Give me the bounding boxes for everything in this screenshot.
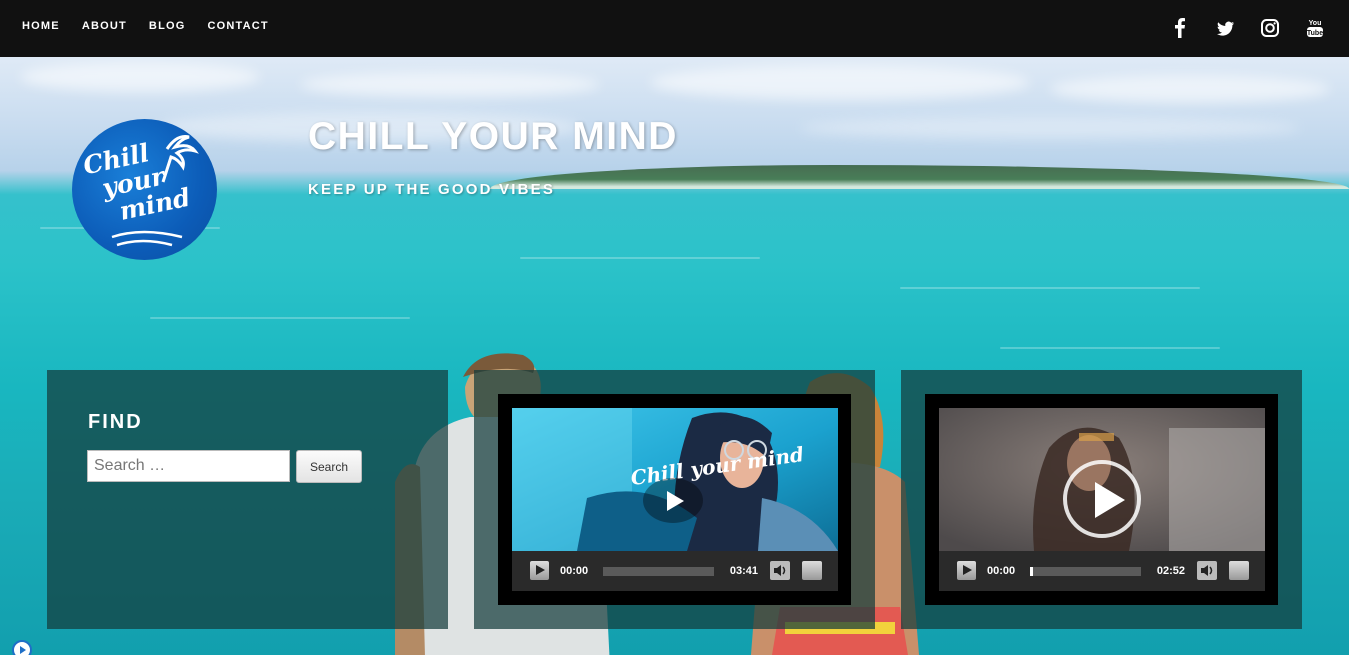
seek-progress	[1030, 567, 1033, 576]
video-player: Chill your mind 00:00 03:41	[498, 394, 851, 605]
water-wave	[900, 287, 1200, 289]
instagram-icon[interactable]	[1260, 17, 1280, 39]
site-title[interactable]: CHILL YOUR MIND	[308, 115, 678, 159]
video-poster[interactable]	[939, 408, 1265, 551]
sky-cloud	[300, 72, 600, 97]
svg-text:Tube: Tube	[1307, 30, 1323, 37]
play-icon[interactable]	[957, 561, 976, 580]
site-logo[interactable]: Chill your mind	[72, 119, 217, 260]
sky-cloud	[1050, 75, 1330, 103]
video-controls: 00:00 02:52	[939, 551, 1265, 591]
volume-icon[interactable]	[1197, 561, 1217, 580]
volume-icon[interactable]	[770, 561, 790, 580]
video-player: 00:00 02:52	[925, 394, 1278, 605]
widget-title: FIND	[88, 411, 143, 433]
video-widget: Chill your mind 00:00 03:41	[474, 370, 875, 629]
seek-bar[interactable]	[1030, 567, 1141, 576]
water-wave	[1000, 347, 1220, 349]
water-wave	[150, 317, 410, 319]
nav-home-link[interactable]: HOME	[22, 20, 60, 32]
search-button[interactable]: Search	[296, 450, 362, 483]
play-overlay-button[interactable]	[1063, 460, 1141, 538]
play-icon[interactable]	[530, 561, 549, 580]
top-navbar: HOME ABOUT BLOG CONTACT You Tube	[0, 0, 1349, 57]
total-time: 02:52	[1156, 565, 1185, 577]
site-tagline: KEEP UP THE GOOD VIBES	[308, 181, 556, 198]
sky-cloud	[20, 62, 260, 92]
play-overlay-button[interactable]	[643, 478, 703, 523]
fullscreen-icon[interactable]	[1229, 561, 1249, 580]
nav-about-link[interactable]: ABOUT	[82, 20, 127, 32]
social-links: You Tube	[1170, 17, 1325, 39]
nav-blog-link[interactable]: BLOG	[149, 20, 186, 32]
video-poster[interactable]: Chill your mind	[512, 408, 838, 551]
video-controls: 00:00 03:41	[512, 551, 838, 591]
facebook-icon[interactable]	[1170, 17, 1190, 39]
search-input[interactable]	[87, 450, 290, 482]
sky-cloud	[800, 117, 1300, 139]
youtube-icon[interactable]: You Tube	[1305, 17, 1325, 39]
total-time: 03:41	[729, 565, 758, 577]
main-nav: HOME ABOUT BLOG CONTACT	[22, 20, 269, 32]
nav-contact-link[interactable]: CONTACT	[208, 20, 269, 32]
current-time: 00:00	[560, 565, 589, 577]
find-widget: FIND Search	[47, 370, 448, 629]
video-widget: 00:00 02:52	[901, 370, 1302, 629]
water-wave	[520, 257, 760, 259]
sky-cloud	[650, 65, 1030, 100]
svg-text:You: You	[1309, 20, 1322, 27]
island-horizon	[490, 165, 1349, 189]
play-circle-icon[interactable]	[12, 640, 32, 655]
seek-bar[interactable]	[603, 567, 714, 576]
current-time: 00:00	[987, 565, 1016, 577]
twitter-icon[interactable]	[1215, 17, 1235, 39]
fullscreen-icon[interactable]	[802, 561, 822, 580]
